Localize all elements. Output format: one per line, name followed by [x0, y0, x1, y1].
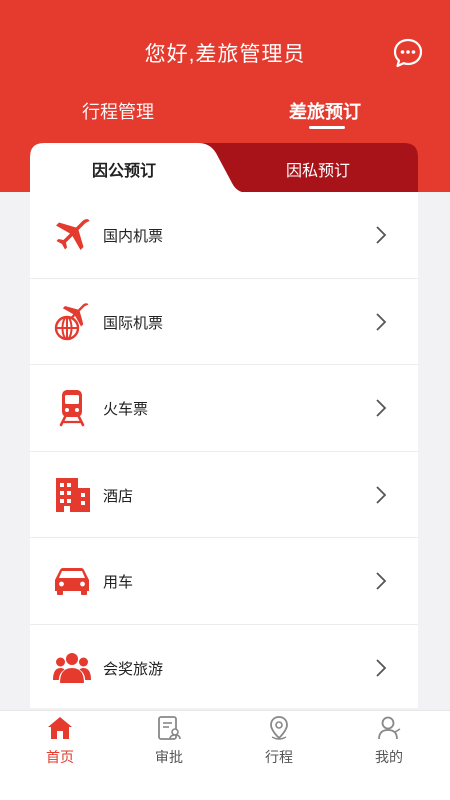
- service-train-ticket[interactable]: 火车票: [30, 365, 418, 452]
- booking-type-segment: 因公预订 因私预订: [30, 143, 418, 193]
- service-label: 火车票: [103, 401, 149, 418]
- service-label: 酒店: [103, 487, 134, 505]
- page-title: 您好,差旅管理员: [144, 43, 306, 66]
- service-label: 国际机票: [103, 314, 164, 332]
- service-domestic-flight[interactable]: 国内机票: [30, 192, 418, 279]
- chevron-right-icon: [376, 485, 387, 504]
- chevron-right-icon: [376, 572, 387, 590]
- service-car-rental[interactable]: 用车: [30, 538, 418, 625]
- service-label: 国内机票: [103, 228, 164, 245]
- home-icon: [48, 717, 72, 739]
- service-incentive-travel[interactable]: 会奖旅游: [30, 625, 418, 709]
- nav-home[interactable]: 首页: [10, 711, 110, 781]
- nav-itinerary[interactable]: 行程: [229, 711, 329, 781]
- nav-label: 首页: [46, 749, 74, 765]
- train-icon: [59, 390, 85, 427]
- service-hotel[interactable]: 酒店: [30, 452, 418, 538]
- nav-approval[interactable]: 审批: [119, 711, 219, 781]
- car-icon: [55, 568, 89, 595]
- airplane-icon: [56, 219, 90, 250]
- chevron-right-icon: [376, 658, 387, 677]
- location-pin-icon: [270, 716, 288, 740]
- globe-plane-icon: [54, 302, 89, 340]
- chevron-right-icon: [376, 312, 387, 331]
- chat-bubble-icon: [393, 38, 423, 68]
- segment-private-booking[interactable]: 因私预订: [286, 157, 350, 181]
- service-international-flight[interactable]: 国际机票: [30, 279, 418, 365]
- nav-label: 行程: [265, 749, 293, 765]
- approval-icon: [158, 716, 181, 740]
- service-label: 用车: [103, 574, 134, 591]
- chevron-right-icon: [376, 399, 387, 417]
- segment-background: [30, 143, 418, 193]
- user-icon: [378, 716, 401, 740]
- nav-label: 我的: [375, 749, 403, 765]
- active-tab-indicator: [309, 126, 345, 129]
- nav-label: 审批: [155, 749, 183, 765]
- tab-travel-booking[interactable]: 差旅预订: [289, 98, 361, 124]
- message-button[interactable]: [392, 37, 424, 69]
- service-label: 会奖旅游: [103, 660, 164, 678]
- chevron-right-icon: [376, 226, 387, 244]
- group-icon: [53, 652, 91, 683]
- bottom-nav: 首页 审批 行程 我的: [0, 710, 450, 800]
- segment-business-booking[interactable]: 因公预订: [92, 157, 156, 181]
- hotel-icon: [56, 477, 90, 512]
- service-list: 国内机票 国际机票 火车票 酒店 用车 会奖旅游: [30, 192, 418, 708]
- tab-trip-management[interactable]: 行程管理: [82, 98, 154, 124]
- nav-profile[interactable]: 我的: [339, 711, 439, 781]
